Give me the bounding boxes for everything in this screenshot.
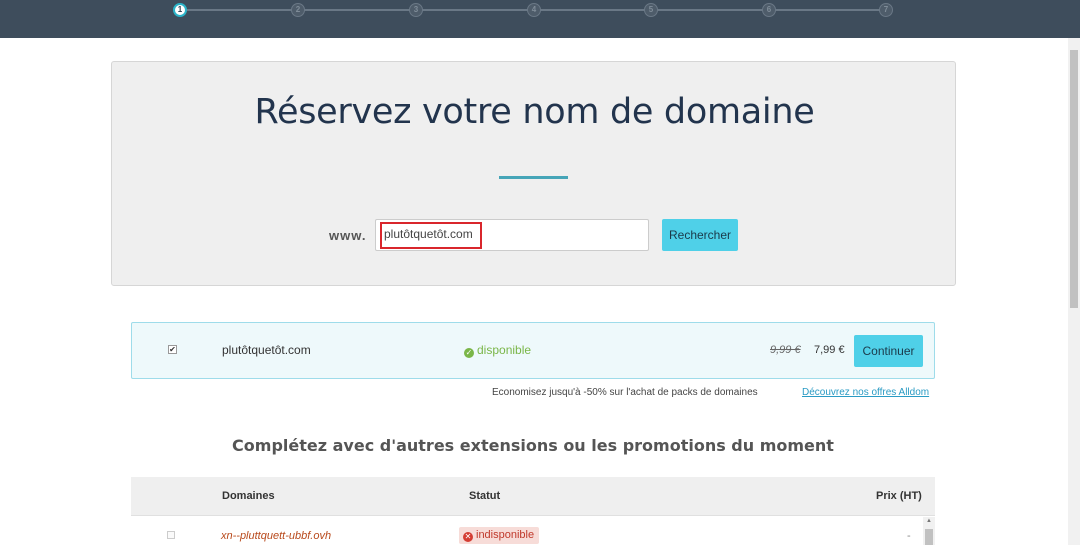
promo-text: Economisez jusqu'à -50% sur l'achat de p… [492, 387, 758, 398]
column-header-domains: Domaines [222, 490, 275, 502]
step-5[interactable]: 5 [644, 3, 658, 17]
extensions-section-title: Complétez avec d'autres extensions ou le… [232, 436, 834, 455]
domain-search-panel: Réservez votre nom de domaine www. plutô… [111, 61, 956, 286]
page-scrollbar[interactable] [1068, 38, 1080, 545]
domain-search-value: plutôtquetôt.com [384, 227, 473, 241]
www-prefix-label: www. [329, 228, 367, 243]
result-checkbox[interactable]: ✔ [168, 345, 177, 354]
check-circle-icon: ✓ [464, 348, 474, 358]
x-circle-icon: ✕ [463, 532, 473, 542]
table-scrollbar-thumb[interactable] [925, 529, 933, 545]
discounted-price: 7,99 € [814, 344, 845, 356]
column-header-price: Prix (HT) [876, 490, 922, 502]
availability-status: ✓ disponible [464, 343, 531, 358]
step-1[interactable]: 1 [173, 3, 187, 17]
result-domain-name: plutôtquetôt.com [222, 343, 311, 357]
column-header-status: Statut [469, 490, 501, 502]
row-checkbox[interactable] [167, 531, 175, 539]
original-price: 9,99 € [770, 344, 801, 356]
page-title: Réservez votre nom de domaine [254, 92, 815, 132]
scrollbar-thumb[interactable] [1070, 50, 1078, 308]
availability-label: disponible [477, 343, 532, 357]
table-scrollbar[interactable]: ▲ [923, 517, 935, 545]
step-7[interactable]: 7 [879, 3, 893, 17]
domain-result-card: ✔ plutôtquetôt.com ✓ disponible 9,99 € 7,… [131, 322, 935, 379]
top-progress-bar: 1 2 3 4 5 6 7 [0, 0, 1080, 38]
continue-button[interactable]: Continuer [854, 335, 923, 367]
scroll-up-arrow-icon[interactable]: ▲ [923, 518, 935, 524]
status-badge-label: indisponible [476, 529, 535, 541]
search-button[interactable]: Rechercher [662, 219, 738, 251]
step-2[interactable]: 2 [291, 3, 305, 17]
step-6[interactable]: 6 [762, 3, 776, 17]
status-badge: ✕ indisponible [459, 527, 540, 544]
extensions-table-header: Domaines Statut Prix (HT) [131, 477, 935, 516]
step-3[interactable]: 3 [409, 3, 423, 17]
alldom-offers-link[interactable]: Découvrez nos offres Alldom [802, 387, 929, 398]
row-domain-name: xn--pluttquett-ubbf.ovh [221, 530, 332, 542]
title-divider [499, 176, 568, 179]
domain-search-input[interactable]: plutôtquetôt.com [375, 219, 649, 251]
table-row: xn--pluttquett-ubbf.ovh ✕ indisponible - [131, 517, 921, 545]
step-4[interactable]: 4 [527, 3, 541, 17]
row-price: - [907, 530, 911, 542]
